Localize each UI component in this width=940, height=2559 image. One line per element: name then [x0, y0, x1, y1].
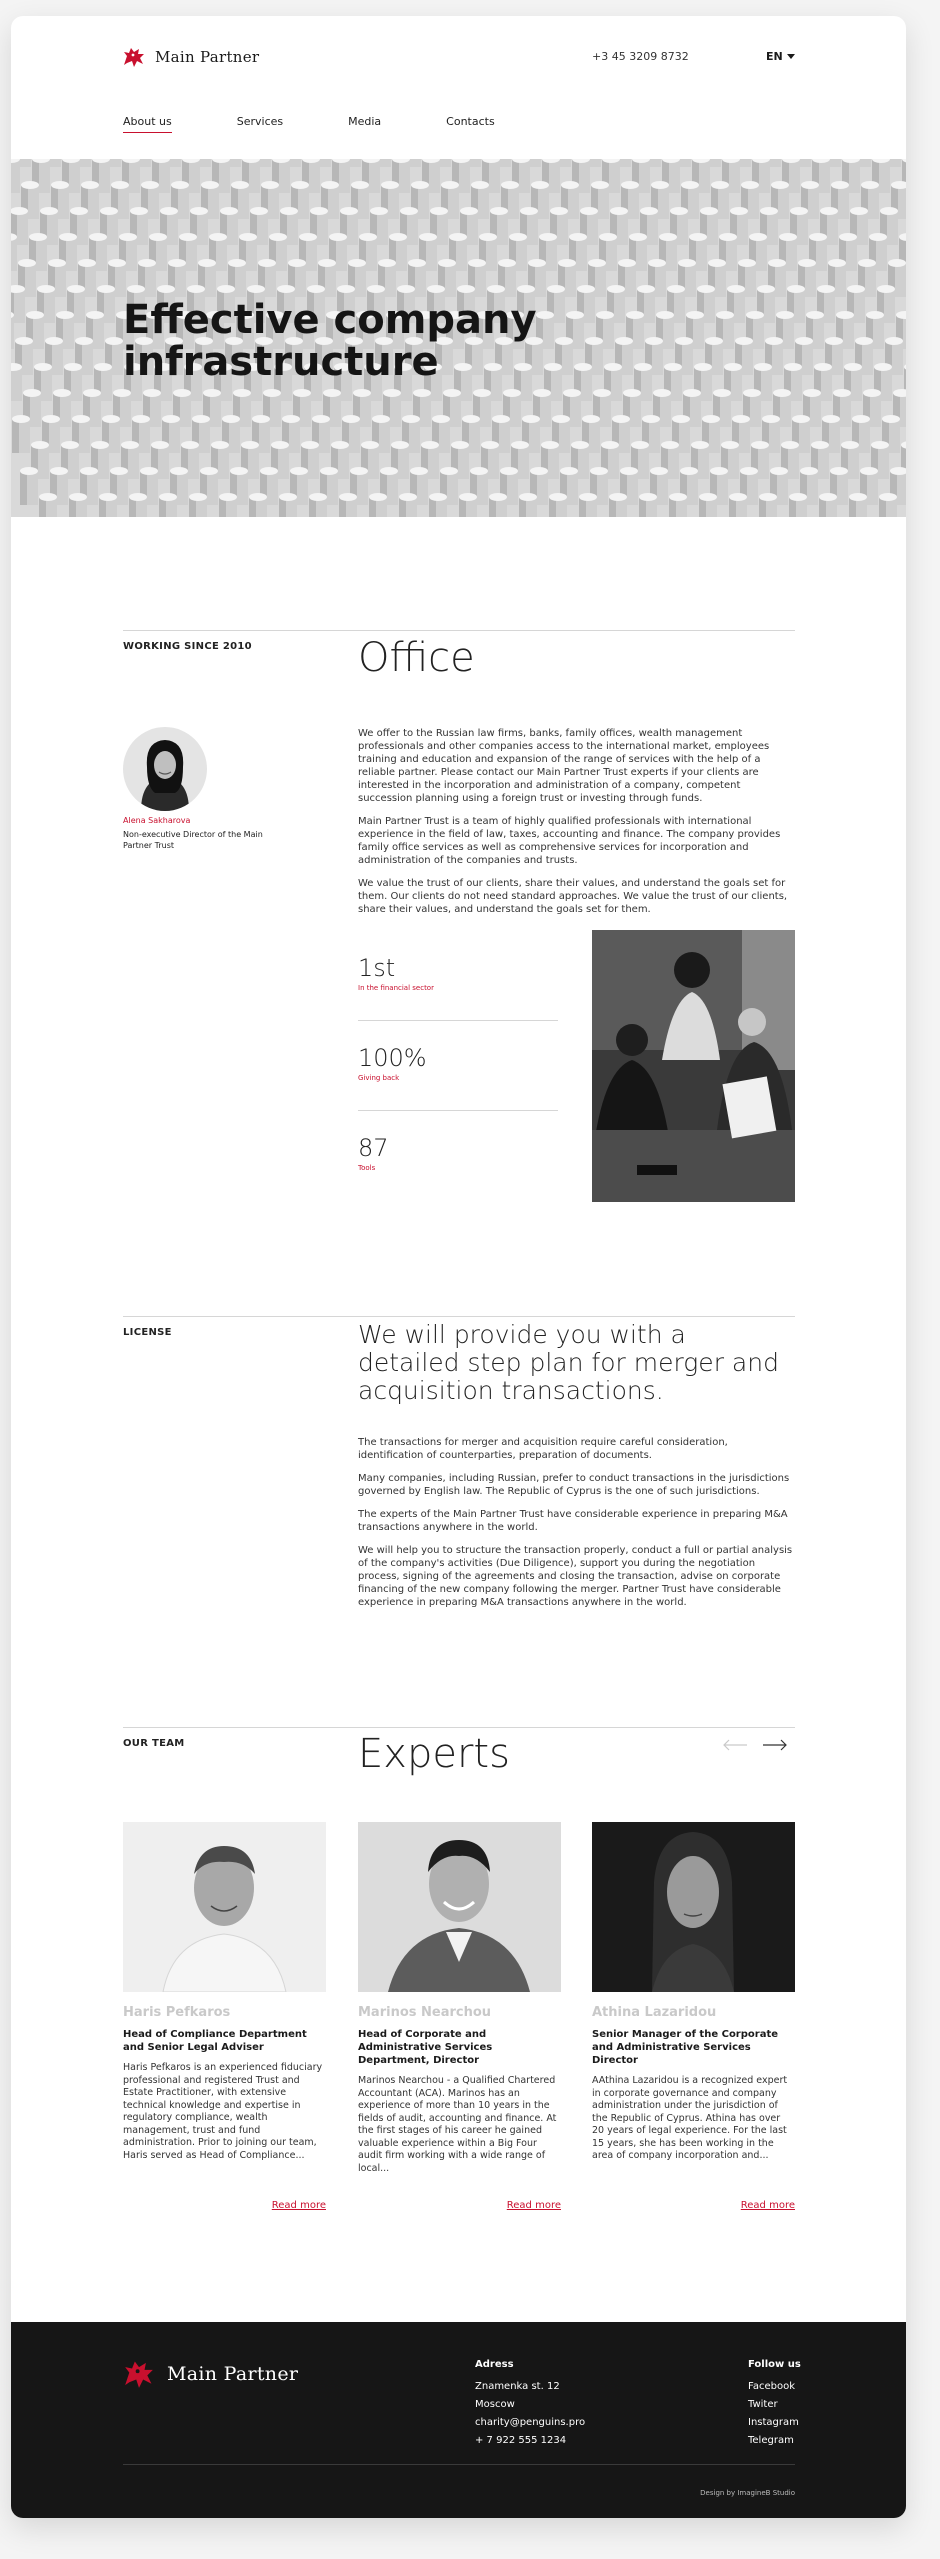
carousel-controls [722, 1738, 788, 1752]
director-name: Alena Sakharova [123, 816, 191, 825]
main-nav: About us Services Media Contacts [123, 115, 495, 133]
expert-portrait-image [358, 1822, 561, 1992]
expert-portrait-image [592, 1822, 795, 1992]
expert-name[interactable]: Marinos Nearchou [358, 2005, 561, 2020]
office-eyebrow: WORKING SINCE 2010 [123, 641, 252, 652]
office-paragraph: We offer to the Russian law firms, banks… [358, 728, 770, 804]
design-credit[interactable]: Design by ImagineB Studio [695, 2489, 795, 2497]
license-paragraph: We will help you to structure the transa… [358, 1545, 793, 1608]
stat-item: 100% Giving back [358, 1044, 558, 1082]
license-paragraph: Many companies, including Russian, prefe… [358, 1473, 790, 1497]
nav-media[interactable]: Media [348, 115, 381, 133]
meeting-image [592, 930, 795, 1202]
expert-name[interactable]: Haris Pefkaros [123, 2005, 326, 2020]
footer-divider [123, 2464, 795, 2465]
director-portrait-image [123, 727, 207, 811]
expert-card: Marinos Nearchou Head of Corporate and A… [358, 1822, 561, 2175]
stat-value: 1st [358, 954, 396, 982]
read-more-link[interactable]: Read more [358, 2200, 561, 2211]
expert-bio: Haris Pefkaros is an experienced fiducia… [123, 2062, 323, 2161]
social-link-twitter[interactable]: Twiter [748, 2396, 801, 2414]
footer-logo[interactable]: Main Partner [121, 2356, 298, 2392]
site-footer: Main Partner Adress Znamenka st. 12 Mosc… [11, 2322, 906, 2518]
expert-name[interactable]: Athina Lazaridou [592, 2005, 795, 2020]
hero-title: Effective company infrastructure [123, 297, 537, 385]
address-line: Moscow [475, 2399, 515, 2410]
nav-about-us[interactable]: About us [123, 115, 172, 133]
expert-bio: Marinos Nearchou - a Qualified Chartered… [358, 2075, 557, 2174]
footer-address: Adress Znamenka st. 12 Moscow charity@pe… [475, 2356, 585, 2450]
chevron-down-icon [786, 54, 795, 59]
nav-services[interactable]: Services [237, 115, 283, 133]
hero-banner: Effective company infrastructure [11, 159, 906, 517]
office-title: Office [358, 635, 475, 681]
brand-name: Main Partner [155, 48, 260, 66]
office-paragraph: Main Partner Trust is a team of highly q… [358, 816, 781, 866]
stat-divider [358, 1110, 558, 1111]
team-title: Experts [358, 1731, 510, 1777]
avatar [123, 727, 207, 811]
griffin-logo-icon [124, 48, 144, 67]
arrow-right-icon[interactable] [762, 1738, 788, 1752]
logo[interactable]: Main Partner [121, 44, 259, 70]
team-eyebrow: OUR TEAM [123, 1738, 185, 1749]
address-heading: Adress [475, 2359, 514, 2370]
read-more-link[interactable]: Read more [592, 2200, 795, 2211]
license-eyebrow: LICENSE [123, 1327, 172, 1338]
expert-photo [592, 1822, 795, 1992]
director-role: Non-executive Director of the Main Partn… [123, 830, 263, 850]
brand-name: Main Partner [167, 2363, 299, 2385]
expert-title: Head of Compliance Department and Senior… [123, 2029, 307, 2053]
footer-phone[interactable]: + 7 922 555 1234 [475, 2432, 585, 2450]
office-text: We offer to the Russian law firms, banks… [358, 727, 795, 926]
nav-contacts[interactable]: Contacts [446, 115, 495, 133]
license-text: The transactions for merger and acquisit… [358, 1436, 795, 1619]
stat-item: 1st In the financial sector [358, 954, 558, 992]
license-title: We will provide you with a detailed step… [358, 1320, 779, 1405]
expert-title: Senior Manager of the Corporate and Admi… [592, 2029, 779, 2066]
stat-value: 87 [358, 1134, 389, 1162]
license-paragraph: The transactions for merger and acquisit… [358, 1437, 728, 1461]
meeting-photo [592, 930, 795, 1202]
stat-label: Giving back [358, 1074, 400, 1082]
griffin-logo-icon [125, 2361, 153, 2388]
language-label: EN [766, 50, 783, 63]
section-divider [123, 1316, 795, 1317]
expert-photo [123, 1822, 326, 1992]
stat-divider [358, 1020, 558, 1021]
expert-portrait-image [123, 1822, 326, 1992]
expert-card: Athina Lazaridou Senior Manager of the C… [592, 1822, 795, 2175]
expert-photo [358, 1822, 561, 1992]
language-selector[interactable]: EN [766, 50, 795, 63]
stat-item: 87 Tools [358, 1134, 558, 1172]
social-link-facebook[interactable]: Facebook [748, 2378, 801, 2396]
follow-heading: Follow us [748, 2359, 801, 2370]
stat-label: Tools [358, 1164, 376, 1172]
arrow-left-icon[interactable] [722, 1738, 748, 1752]
section-divider [123, 1727, 795, 1728]
expert-bio: AAthina Lazaridou is a recognized expert… [592, 2075, 788, 2161]
stat-value: 100% [358, 1044, 427, 1072]
address-line: Znamenka st. 12 [475, 2381, 560, 2392]
header-phone[interactable]: +3 45 3209 8732 [592, 50, 689, 63]
license-paragraph: The experts of the Main Partner Trust ha… [358, 1509, 788, 1533]
social-link-telegram[interactable]: Telegram [748, 2432, 801, 2450]
footer-email[interactable]: charity@penguins.pro [475, 2414, 585, 2432]
social-link-instagram[interactable]: Instagram [748, 2414, 801, 2432]
footer-social: Follow us Facebook Twiter Instagram Tele… [748, 2356, 801, 2450]
page: Main Partner +3 45 3209 8732 EN About us… [11, 16, 906, 2518]
office-paragraph: We value the trust of our clients, share… [358, 878, 788, 915]
section-divider [123, 630, 795, 631]
read-more-link[interactable]: Read more [123, 2200, 326, 2211]
site-header: Main Partner +3 45 3209 8732 EN About us… [11, 16, 906, 158]
expert-title: Head of Corporate and Administrative Ser… [358, 2029, 493, 2066]
stat-label: In the financial sector [358, 984, 434, 992]
expert-card: Haris Pefkaros Head of Compliance Depart… [123, 1822, 326, 2162]
